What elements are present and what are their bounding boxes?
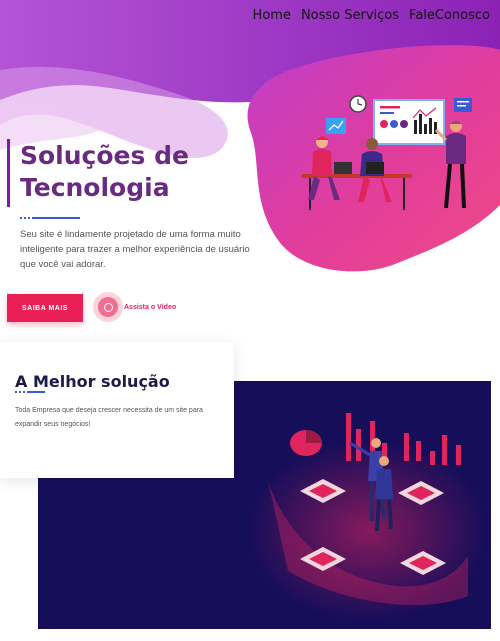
watch-video-label: Assista o Vídeo xyxy=(124,303,177,311)
nav-contact[interactable]: FaleConosco xyxy=(409,8,490,23)
person-laptop-woman xyxy=(308,136,352,200)
growth-chart-icon xyxy=(326,118,346,134)
clock-icon xyxy=(349,95,367,113)
person-laptop-man xyxy=(358,138,392,202)
hero-title: Soluções de Tecnologia xyxy=(20,140,250,204)
hero-illustration xyxy=(302,95,472,210)
person-presenter xyxy=(434,120,466,209)
solution-divider xyxy=(15,391,45,393)
presentation-board-icon xyxy=(373,99,445,145)
hero-title-accent-bar xyxy=(7,139,10,207)
nav-home[interactable]: Home xyxy=(253,8,291,23)
play-video-icon[interactable] xyxy=(93,292,123,322)
top-nav: Home Nosso Serviços FaleConosco xyxy=(253,8,490,23)
hero-title-line-1: Soluções de xyxy=(20,141,189,170)
nav-services[interactable]: Nosso Serviços xyxy=(301,8,399,23)
saiba-mais-button[interactable]: SAIBA MAIS xyxy=(7,294,83,322)
message-icon xyxy=(454,98,472,112)
solution-description: Toda Empresa que deseja crescer necessit… xyxy=(15,407,203,428)
hero-divider xyxy=(20,217,80,219)
watch-video-link[interactable]: Assista o Vídeo xyxy=(93,292,176,322)
pie-chart-icon xyxy=(290,430,322,456)
hero-description: Seu site é lindamente projetado de uma f… xyxy=(20,229,250,270)
solution-title: A Melhor solução xyxy=(15,372,170,391)
hero-title-line-2: Tecnologia xyxy=(20,173,170,202)
